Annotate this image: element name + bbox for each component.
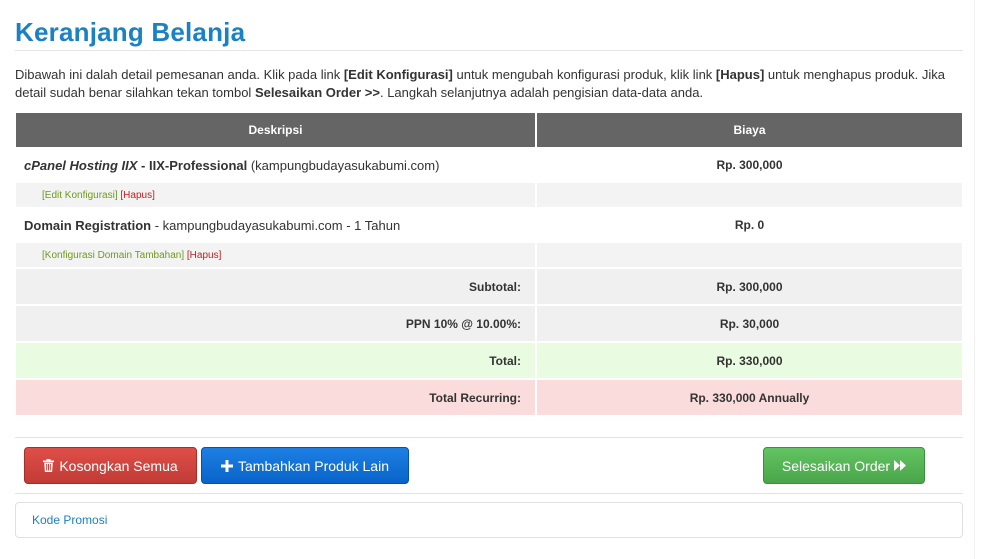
delete-link[interactable]: [Hapus]	[187, 250, 221, 261]
promo-code-link[interactable]: Kode Promosi	[32, 513, 107, 527]
total-label: Total:	[16, 343, 537, 380]
item-actions: [Edit Konfigurasi] [Hapus]	[16, 183, 537, 209]
tax-value: Rp. 30,000	[537, 306, 962, 343]
recurring-value: Rp. 330,000 Annually	[537, 380, 962, 417]
checkout-button[interactable]: Selesaikan Order	[763, 447, 925, 484]
cart-table: Deskripsi Biaya cPanel Hosting IIX - IIX…	[16, 113, 962, 417]
item-product-name: IIX-Professional	[148, 157, 248, 173]
subtotal-row: Subtotal: Rp. 300,000	[16, 269, 962, 306]
empty-cell	[537, 183, 962, 209]
table-row: cPanel Hosting IIX - IIX-Professional (k…	[16, 149, 962, 183]
intro-delete-label: [Hapus]	[715, 67, 765, 82]
item-description: Domain Registration - kampungbudayasukab…	[16, 209, 537, 243]
item-domain: (kampungbudayasukabumi.com)	[247, 157, 440, 173]
table-row: Domain Registration - kampungbudayasukab…	[16, 209, 962, 243]
domain-config-link[interactable]: [Konfigurasi Domain Tambahan]	[42, 250, 184, 261]
subtotal-value: Rp. 300,000	[537, 269, 962, 306]
column-header-description: Deskripsi	[16, 113, 537, 149]
total-value: Rp. 330,000	[537, 343, 962, 380]
item-actions: [Konfigurasi Domain Tambahan] [Hapus]	[16, 243, 537, 269]
promo-panel: Kode Promosi	[15, 502, 963, 538]
recurring-label: Total Recurring:	[16, 380, 537, 417]
scrollbar[interactable]	[974, 0, 982, 559]
intro-part-2: untuk mengubah konfigurasi produk, klik …	[452, 67, 716, 82]
add-product-label: Tambahkan Produk Lain	[238, 457, 389, 474]
delete-link[interactable]: [Hapus]	[120, 190, 154, 201]
intro-edit-label: [Edit Konfigurasi]	[343, 67, 453, 82]
tax-label: PPN 10% @ 10.00%:	[16, 306, 537, 343]
actions-divider-top	[15, 437, 963, 438]
page-title: Keranjang Belanja	[15, 17, 246, 47]
item-price: Rp. 0	[537, 209, 962, 243]
empty-cell	[537, 243, 962, 269]
edit-config-link[interactable]: [Edit Konfigurasi]	[42, 190, 118, 201]
total-row: Total: Rp. 330,000	[16, 343, 962, 380]
intro-checkout-label: Selesaikan Order >>	[254, 85, 380, 100]
add-product-button[interactable]: Tambahkan Produk Lain	[201, 447, 409, 484]
forward-icon	[894, 460, 907, 471]
item-price: Rp. 300,000	[537, 149, 962, 183]
actions-divider-bottom	[15, 493, 963, 494]
subtotal-label: Subtotal:	[16, 269, 537, 306]
recurring-row: Total Recurring: Rp. 330,000 Annually	[16, 380, 962, 417]
title-divider	[15, 50, 963, 51]
table-row-links: [Edit Konfigurasi] [Hapus]	[16, 183, 962, 209]
column-header-price: Biaya	[537, 113, 962, 149]
intro-part-1: Dibawah ini dalah detail pemesanan anda.…	[15, 67, 344, 82]
item-description: cPanel Hosting IIX - IIX-Professional (k…	[16, 149, 537, 183]
item-separator: -	[137, 157, 149, 173]
item-group-name: cPanel Hosting IIX	[24, 157, 138, 173]
tax-row: PPN 10% @ 10.00%: Rp. 30,000	[16, 306, 962, 343]
table-row-links: [Konfigurasi Domain Tambahan] [Hapus]	[16, 243, 962, 269]
trash-icon	[43, 459, 55, 472]
checkout-label: Selesaikan Order	[781, 457, 891, 474]
item-domain: - kampungbudayasukabumi.com - 1 Tahun	[151, 217, 401, 233]
intro-text: Dibawah ini dalah detail pemesanan anda.…	[15, 66, 963, 102]
empty-cart-button[interactable]: Kosongkan Semua	[24, 447, 197, 484]
empty-cart-label: Kosongkan Semua	[59, 457, 178, 474]
item-product-name: Domain Registration	[24, 217, 152, 233]
table-header-row: Deskripsi Biaya	[16, 113, 962, 149]
plus-icon	[221, 459, 233, 472]
intro-part-4: . Langkah selanjutnya adalah pengisian d…	[379, 85, 704, 100]
